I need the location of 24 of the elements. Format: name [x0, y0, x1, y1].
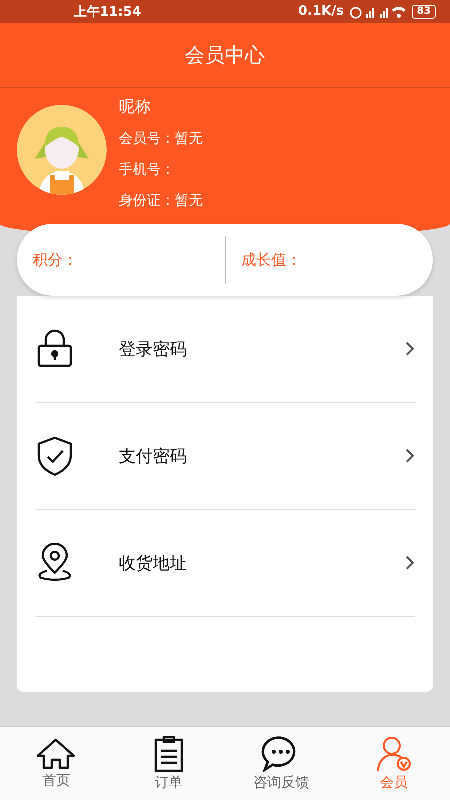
- nav-tab[interactable]: 首页: [0, 727, 112, 800]
- status-time: 上午11:54: [74, 4, 142, 20]
- points-label: 成长值：: [240, 250, 302, 270]
- chevron-icon: [405, 449, 415, 463]
- shield-check-icon: [35, 436, 75, 476]
- menu-item[interactable]: 收货地址: [35, 510, 415, 617]
- battery-indicator: 83: [412, 4, 436, 18]
- chevron-icon: [405, 342, 415, 356]
- status-icons: [350, 4, 406, 18]
- nav-tab[interactable]: 会员: [338, 727, 450, 800]
- nav-tab[interactable]: 订单: [112, 727, 225, 800]
- nickname: 昵称: [119, 96, 152, 118]
- nav-tab[interactable]: 咨询反馈: [225, 727, 338, 800]
- profile-field: 手机号：: [119, 155, 203, 186]
- menu-item[interactable]: 登录密码: [35, 296, 415, 403]
- profile-field: 会员号：暂无: [119, 124, 203, 155]
- menu-item[interactable]: 支付密码: [35, 403, 415, 510]
- page-title: 会员中心: [185, 42, 265, 68]
- chevron-icon: [405, 556, 415, 570]
- lock-icon: [35, 329, 75, 369]
- home-icon: [36, 738, 76, 770]
- points-label: 积分：: [32, 250, 79, 270]
- profile-field: 身份证：暂无: [119, 186, 203, 217]
- network-speed: 0.1K/s: [298, 4, 344, 19]
